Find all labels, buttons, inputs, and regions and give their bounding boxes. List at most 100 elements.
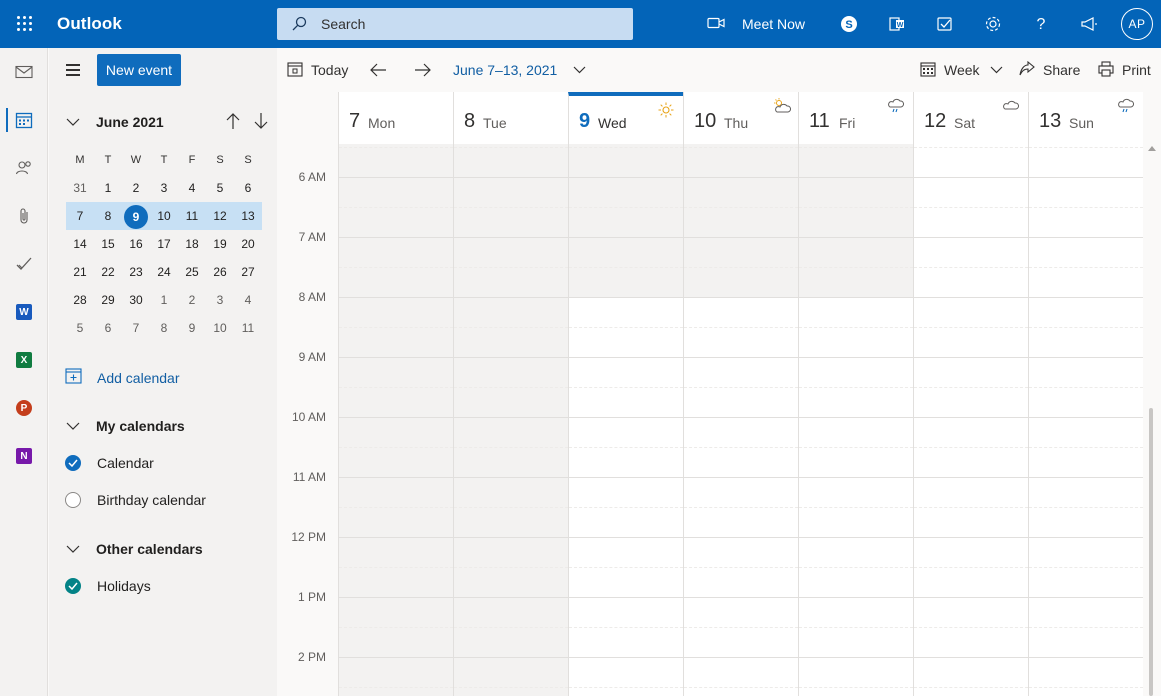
calendar-icon[interactable] xyxy=(0,96,48,144)
previous-week-arrow-icon[interactable] xyxy=(369,48,387,92)
mini-calendar-day[interactable]: 10 xyxy=(206,317,234,339)
mini-calendar-day[interactable]: 15 xyxy=(94,233,122,255)
calendar-item-holidays[interactable]: Holidays xyxy=(65,575,151,597)
new-event-button[interactable]: New event xyxy=(97,54,181,86)
mini-calendar-day[interactable]: 11 xyxy=(178,205,206,227)
day-column[interactable] xyxy=(913,144,1028,696)
mini-calendar-day[interactable]: 2 xyxy=(178,289,206,311)
mini-calendar-day[interactable]: 11 xyxy=(234,317,262,339)
mini-calendar-day[interactable]: 31 xyxy=(66,177,94,199)
day-header[interactable]: 13 Sun xyxy=(1028,92,1143,144)
skype-icon[interactable]: S xyxy=(825,0,873,48)
add-calendar-button[interactable]: Add calendar xyxy=(65,366,180,390)
day-column[interactable] xyxy=(798,144,913,696)
cloud-icon[interactable] xyxy=(1002,98,1020,114)
todo-check-icon[interactable] xyxy=(0,240,48,288)
day-header[interactable]: 11 Fri xyxy=(798,92,913,144)
mini-calendar-day[interactable]: 27 xyxy=(234,261,262,283)
mail-icon[interactable] xyxy=(0,48,48,96)
mini-calendar-day[interactable]: 9 xyxy=(178,317,206,339)
day-header[interactable]: 7 Mon xyxy=(338,92,453,144)
vertical-scrollbar[interactable] xyxy=(1145,144,1157,696)
excel-app-icon[interactable]: X xyxy=(0,336,48,384)
scrollbar-thumb[interactable] xyxy=(1149,408,1153,696)
partly-cloudy-icon[interactable] xyxy=(772,98,792,114)
mini-calendar-today[interactable]: 9 xyxy=(122,205,150,229)
day-column[interactable] xyxy=(683,144,798,696)
mini-calendar-day[interactable]: 13 xyxy=(234,205,262,227)
mini-calendar-day[interactable]: 5 xyxy=(206,177,234,199)
arrow-down-icon[interactable] xyxy=(253,112,269,130)
calendar-item-calendar[interactable]: Calendar xyxy=(65,452,154,474)
hamburger-menu-icon[interactable] xyxy=(66,64,82,79)
mini-calendar-day[interactable]: 4 xyxy=(234,289,262,311)
help-icon[interactable]: ? xyxy=(1017,0,1065,48)
mini-calendar-day[interactable]: 29 xyxy=(94,289,122,311)
app-launcher-icon[interactable] xyxy=(17,16,33,32)
powerpoint-app-icon[interactable]: P xyxy=(0,384,48,432)
day-header[interactable]: 10 Thu xyxy=(683,92,798,144)
day-header-today[interactable]: 9 Wed xyxy=(568,92,683,144)
mini-calendar-day[interactable]: 7 xyxy=(122,317,150,339)
calendar-item-birthday[interactable]: Birthday calendar xyxy=(65,489,206,511)
scroll-up-arrow-icon[interactable] xyxy=(1148,146,1156,151)
mini-calendar-day[interactable]: 2 xyxy=(122,177,150,199)
mini-calendar-month-title[interactable]: June 2021 xyxy=(96,114,164,130)
day-column[interactable] xyxy=(453,144,568,696)
mini-calendar-day[interactable]: 20 xyxy=(234,233,262,255)
settings-gear-icon[interactable] xyxy=(969,0,1017,48)
mini-calendar-day[interactable]: 7 xyxy=(66,205,94,227)
mini-calendar-day[interactable]: 28 xyxy=(66,289,94,311)
mini-calendar-day[interactable]: 19 xyxy=(206,233,234,255)
rain-cloud-icon[interactable] xyxy=(1117,98,1135,114)
mini-calendar-day[interactable]: 24 xyxy=(150,261,178,283)
mini-calendar-day[interactable]: 26 xyxy=(206,261,234,283)
paperclip-icon[interactable] xyxy=(0,192,48,240)
mini-calendar-day[interactable]: 10 xyxy=(150,205,178,227)
mini-calendar-day[interactable]: 5 xyxy=(66,317,94,339)
people-icon[interactable] xyxy=(0,144,48,192)
word-app-icon[interactable]: W xyxy=(0,288,48,336)
view-switcher-week[interactable]: Week xyxy=(920,48,1003,92)
day-header[interactable]: 8 Tue xyxy=(453,92,568,144)
mini-calendar-day[interactable]: 17 xyxy=(150,233,178,255)
arrow-up-icon[interactable] xyxy=(225,112,241,130)
chevron-down-icon[interactable] xyxy=(66,118,80,126)
mini-calendar-day[interactable]: 3 xyxy=(150,177,178,199)
day-header[interactable]: 12 Sat xyxy=(913,92,1028,144)
print-button[interactable]: Print xyxy=(1098,48,1151,92)
search-box[interactable]: Search xyxy=(277,8,633,40)
mini-calendar-day[interactable]: 3 xyxy=(206,289,234,311)
next-week-arrow-icon[interactable] xyxy=(414,48,432,92)
other-calendars-section[interactable]: Other calendars xyxy=(66,538,203,560)
mini-calendar-day[interactable]: 25 xyxy=(178,261,206,283)
my-day-icon[interactable] xyxy=(921,0,969,48)
user-avatar[interactable]: AP xyxy=(1121,8,1153,40)
meet-now-button[interactable]: Meet Now xyxy=(706,0,805,48)
mini-calendar-day[interactable]: 21 xyxy=(66,261,94,283)
mini-calendar-day[interactable]: 14 xyxy=(66,233,94,255)
mini-calendar-day[interactable]: 1 xyxy=(94,177,122,199)
rain-cloud-icon[interactable] xyxy=(887,98,905,114)
feedback-megaphone-icon[interactable] xyxy=(1065,0,1113,48)
mini-calendar-day[interactable]: 18 xyxy=(178,233,206,255)
day-column[interactable] xyxy=(1028,144,1143,696)
app-title[interactable]: Outlook xyxy=(57,14,122,34)
day-column[interactable] xyxy=(568,144,683,696)
sun-icon[interactable] xyxy=(657,102,675,118)
mini-calendar-day[interactable]: 12 xyxy=(206,205,234,227)
office-icon[interactable]: W xyxy=(873,0,921,48)
today-button[interactable]: Today xyxy=(287,48,348,92)
mini-calendar-day[interactable]: 8 xyxy=(150,317,178,339)
mini-calendar-day[interactable]: 6 xyxy=(94,317,122,339)
mini-calendar-day[interactable]: 4 xyxy=(178,177,206,199)
mini-calendar-day[interactable]: 22 xyxy=(94,261,122,283)
day-column[interactable] xyxy=(338,144,453,696)
mini-calendar-day[interactable]: 8 xyxy=(94,205,122,227)
my-calendars-section[interactable]: My calendars xyxy=(66,415,185,437)
share-button[interactable]: Share xyxy=(1019,48,1080,92)
mini-calendar-day[interactable]: 23 xyxy=(122,261,150,283)
date-range-picker[interactable]: June 7–13, 2021 xyxy=(453,48,586,92)
mini-calendar-day[interactable]: 30 xyxy=(122,289,150,311)
onenote-app-icon[interactable]: N xyxy=(0,432,48,480)
